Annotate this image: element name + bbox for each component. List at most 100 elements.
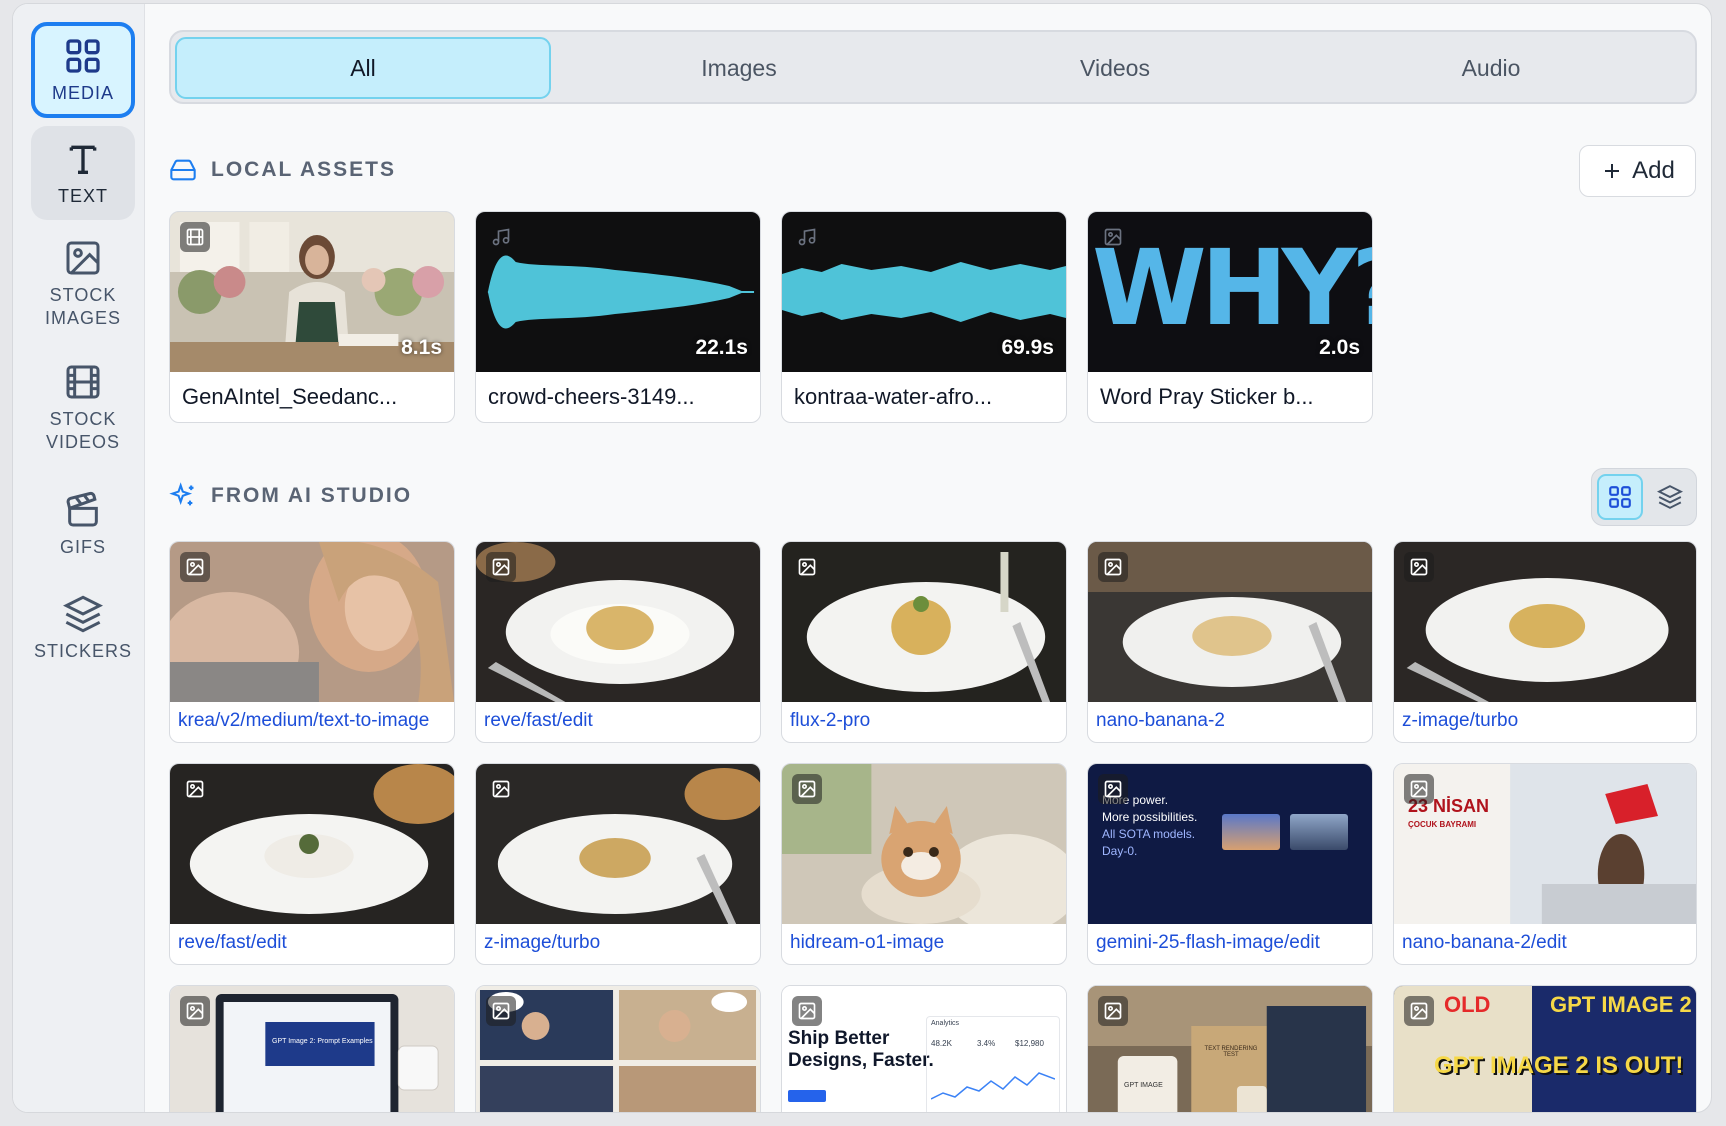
layers-icon xyxy=(1657,485,1683,509)
tab-all[interactable]: All xyxy=(175,37,551,99)
sidebar-item-gifs[interactable]: GIFS xyxy=(31,484,135,564)
mug-text: GPT IMAGE xyxy=(1124,1082,1163,1089)
image-thumbnail: 23 NİSAN ÇOCUK BAYRAMI xyxy=(1394,764,1696,924)
image-thumbnail: OLD GPT IMAGE 2 GPT IMAGE 2 IS OUT! xyxy=(1394,986,1696,1112)
pasta-plate-art xyxy=(1394,542,1696,702)
ai-image-card[interactable]: z-image/turbo xyxy=(1393,541,1697,743)
pasta-plate-art xyxy=(476,542,760,702)
ai-image-card[interactable]: nano-banana-2 xyxy=(1087,541,1373,743)
filter-tabs: All Images Videos Audio xyxy=(169,30,1697,104)
image-thumbnail: Ship Better Designs, Faster. Analytics 4… xyxy=(782,986,1066,1112)
ai-image-card[interactable]: GPT Image 2: Prompt Examples xyxy=(169,985,455,1112)
duration-label: 8.1s xyxy=(401,336,442,359)
headline-art: GPT IMAGE 2 IS OUT! xyxy=(1434,1052,1684,1079)
local-asset-card[interactable]: WHY? 2.0s Word Pray Sticker b... xyxy=(1087,211,1373,423)
image-icon xyxy=(1410,558,1428,576)
asset-title: kontraa-water-afro... xyxy=(794,384,993,409)
ai-image-card[interactable]: hidream-o1-image xyxy=(781,763,1067,965)
sidebar-item-media[interactable]: MEDIA xyxy=(31,22,135,118)
image-icon xyxy=(1410,1002,1428,1020)
model-name: gemini-25-flash-image/edit xyxy=(1096,932,1320,953)
image-thumbnail: More power. More possibilities. All SOTA… xyxy=(1088,764,1372,924)
image-icon xyxy=(66,241,100,275)
image-thumbnail xyxy=(1088,542,1372,702)
sidebar-item-text[interactable]: TEXT xyxy=(31,126,135,220)
image-type-badge xyxy=(180,552,210,582)
ai-image-card[interactable]: Ship Better Designs, Faster. Analytics 4… xyxy=(781,985,1067,1112)
ai-image-card[interactable]: krea/v2/medium/text-to-image xyxy=(169,541,455,743)
model-name: nano-banana-2 xyxy=(1096,710,1225,731)
audio-thumbnail: 22.1s xyxy=(476,212,760,372)
sidebar-item-stickers[interactable]: STICKERS xyxy=(31,588,135,668)
image-type-badge xyxy=(792,552,822,582)
image-thumbnail xyxy=(782,764,1066,924)
plus-icon xyxy=(1605,164,1620,178)
local-asset-card[interactable]: 22.1s crowd-cheers-3149... xyxy=(475,211,761,423)
sidebar-item-label: STICKERS xyxy=(33,640,133,661)
clapperboard-icon xyxy=(66,491,98,526)
text-icon xyxy=(69,145,97,174)
music-type-badge xyxy=(486,222,516,252)
image-type-badge xyxy=(1098,774,1128,804)
preview-image xyxy=(1222,814,1280,850)
asset-title: Word Pray Sticker b... xyxy=(1100,384,1314,409)
stack-view-button[interactable] xyxy=(1647,474,1693,520)
grid-icon xyxy=(66,38,100,73)
model-name: reve/fast/edit xyxy=(484,710,593,731)
image-type-badge xyxy=(1098,996,1128,1026)
image-type-badge xyxy=(1098,222,1128,252)
video-thumbnail: 8.1s xyxy=(170,212,454,372)
model-name: krea/v2/medium/text-to-image xyxy=(178,710,430,731)
duration-label: 22.1s xyxy=(695,336,748,359)
sidebar-item-stock-videos[interactable]: STOCK VIDEOS xyxy=(31,360,135,456)
film-icon xyxy=(186,228,204,246)
local-assets-heading: LOCAL ASSETS xyxy=(169,156,396,184)
tab-audio[interactable]: Audio xyxy=(1303,37,1679,99)
image-thumbnail xyxy=(782,542,1066,702)
local-asset-card[interactable]: 8.1s GenAIntel_Seedanc... xyxy=(169,211,455,423)
ai-image-card[interactable] xyxy=(475,985,761,1112)
tab-images[interactable]: Images xyxy=(551,37,927,99)
music-type-badge xyxy=(792,222,822,252)
music-note-icon xyxy=(798,228,816,246)
ai-image-card[interactable]: 23 NİSAN ÇOCUK BAYRAMI nano-banana-2/edi… xyxy=(1393,763,1697,965)
image-icon xyxy=(186,558,204,576)
model-name: z-image/turbo xyxy=(1402,710,1519,731)
image-icon xyxy=(1104,558,1122,576)
preview-image xyxy=(1290,814,1348,850)
grid-view-button[interactable] xyxy=(1597,474,1643,520)
ai-image-card[interactable]: More power. More possibilities. All SOTA… xyxy=(1087,763,1373,965)
line-chart xyxy=(931,1072,1055,1100)
model-name: reve/fast/edit xyxy=(178,932,287,953)
ai-image-card[interactable]: reve/fast/edit xyxy=(475,541,761,743)
image-thumbnail: WHY? 2.0s xyxy=(1088,212,1372,372)
sidebar-item-stock-images[interactable]: STOCK IMAGES xyxy=(31,236,135,332)
hard-drive-icon xyxy=(170,159,196,181)
image-type-badge xyxy=(1404,996,1434,1026)
music-note-icon xyxy=(492,228,510,246)
media-panel: MEDIA TEXT STOCK IMAGES STOCK VIDEOS GIFS … xyxy=(12,3,1712,1113)
ai-image-card[interactable]: reve/fast/edit xyxy=(169,763,455,965)
audio-thumbnail: 69.9s xyxy=(782,212,1066,372)
ai-image-card[interactable]: flux-2-pro xyxy=(781,541,1067,743)
new-label: GPT IMAGE 2 xyxy=(1550,992,1692,1017)
analytics-card: Analytics 48.2K 3.4% $12,980 xyxy=(926,1016,1060,1112)
image-thumbnail xyxy=(476,764,760,924)
local-asset-card[interactable]: 69.9s kontraa-water-afro... xyxy=(781,211,1067,423)
layers-icon xyxy=(63,595,103,632)
film-icon xyxy=(66,365,100,399)
sidebar: MEDIA TEXT STOCK IMAGES STOCK VIDEOS GIFS … xyxy=(13,4,145,1112)
comic-art xyxy=(476,986,760,1112)
ai-image-card[interactable]: GPT IMAGE TEXT RENDERING TEST xyxy=(1087,985,1373,1112)
tab-videos[interactable]: Videos xyxy=(927,37,1303,99)
asset-title: GenAIntel_Seedanc... xyxy=(182,384,398,409)
image-type-badge xyxy=(180,996,210,1026)
ai-image-card[interactable]: OLD GPT IMAGE 2 GPT IMAGE 2 IS OUT! xyxy=(1393,985,1697,1112)
image-icon xyxy=(1104,228,1122,246)
ai-image-card[interactable]: z-image/turbo xyxy=(475,763,761,965)
image-icon xyxy=(798,1002,816,1020)
image-icon xyxy=(492,558,510,576)
image-thumbnail: GPT Image 2: Prompt Examples xyxy=(170,986,454,1112)
image-icon xyxy=(1104,1002,1122,1020)
add-button[interactable]: Add xyxy=(1579,145,1696,197)
